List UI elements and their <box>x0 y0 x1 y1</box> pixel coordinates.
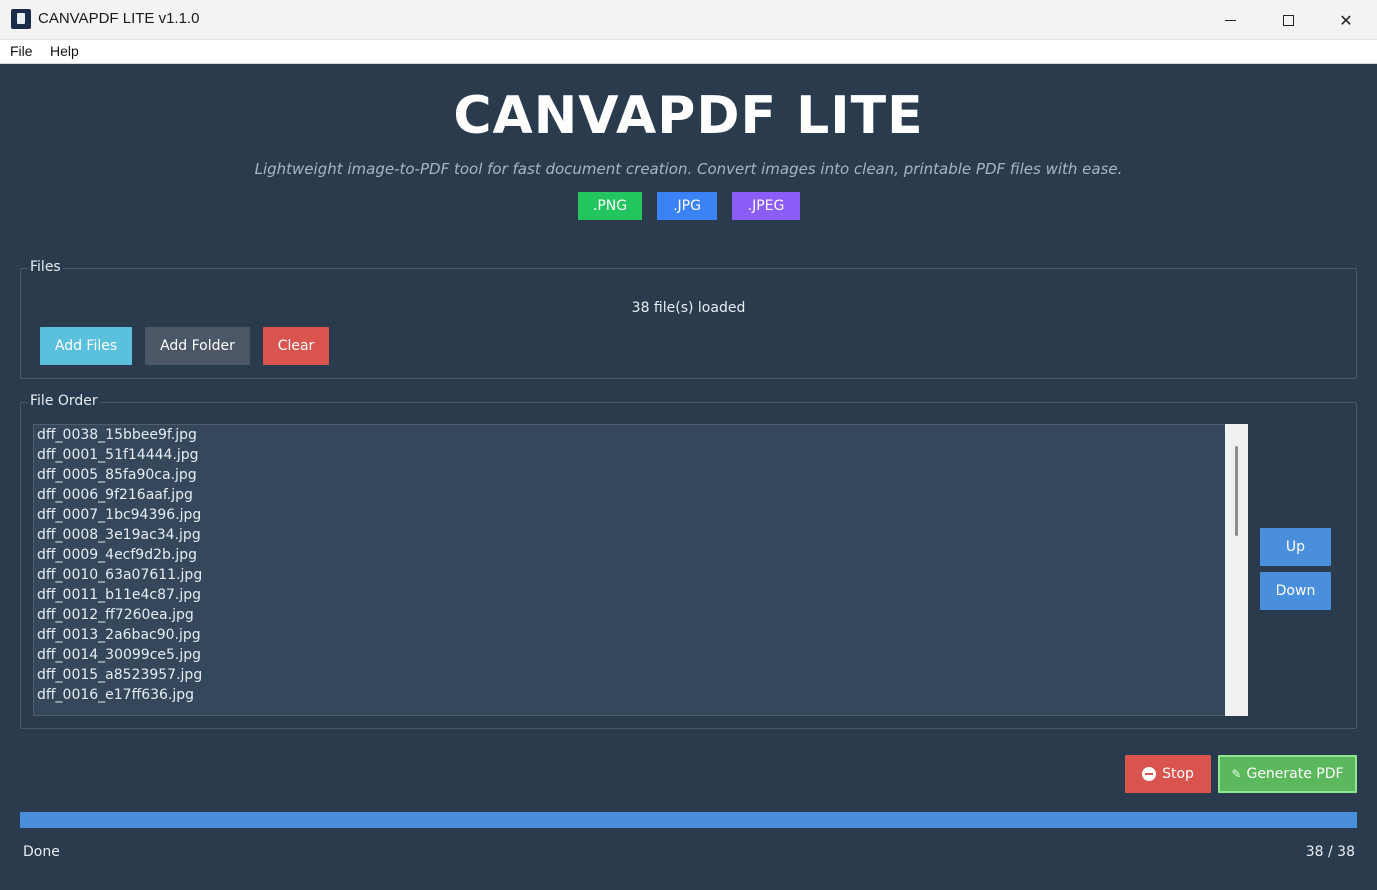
format-badge-label: .JPEG <box>747 198 785 214</box>
list-item[interactable]: dff_0015_a8523957.jpg <box>34 665 1247 685</box>
stop-icon <box>1142 767 1157 781</box>
list-item[interactable]: dff_0005_85fa90ca.jpg <box>34 465 1247 485</box>
list-item[interactable]: dff_0016_e17ff636.jpg <box>34 685 1247 705</box>
maximize-icon <box>1282 14 1294 26</box>
list-item[interactable]: dff_0006_9f216aaf.jpg <box>34 485 1247 505</box>
window-title: CANVAPDF LITE v1.1.0 <box>38 10 200 27</box>
files-loaded-status: 38 file(s) loaded <box>631 300 746 316</box>
progress-bar <box>20 812 1357 828</box>
title-bar: CANVAPDF LITE v1.1.0 ✕ <box>0 0 1377 40</box>
format-badge-jpg: .JPG <box>657 192 717 220</box>
list-item[interactable]: dff_0014_30099ce5.jpg <box>34 645 1247 665</box>
list-item[interactable]: dff_0012_ff7260ea.jpg <box>34 605 1247 625</box>
file-list-scrollbar[interactable] <box>1225 424 1248 716</box>
add-folder-button[interactable]: Add Folder <box>145 327 250 365</box>
menu-help[interactable]: Help <box>50 43 79 59</box>
file-order-list[interactable]: dff_0038_15bbee9f.jpg dff_0001_51f14444.j… <box>33 424 1248 716</box>
format-badge-png: .PNG <box>578 192 642 220</box>
maximize-button[interactable] <box>1259 0 1317 40</box>
pen-icon: ✎ <box>1231 767 1242 781</box>
clear-button[interactable]: Clear <box>263 327 329 365</box>
format-badge-label: .JPG <box>673 198 701 214</box>
generate-pdf-label: Generate PDF <box>1246 766 1344 782</box>
app-title: CANVAPDF LITE <box>453 86 924 146</box>
stop-button-label: Stop <box>1162 766 1194 782</box>
format-badge-jpeg: .JPEG <box>732 192 800 220</box>
list-item[interactable]: dff_0008_3e19ac34.jpg <box>34 525 1247 545</box>
status-text: Done <box>23 844 60 860</box>
list-item[interactable]: dff_0038_15bbee9f.jpg <box>34 425 1247 445</box>
list-item[interactable]: dff_0009_4ecf9d2b.jpg <box>34 545 1247 565</box>
stop-button[interactable]: Stop <box>1125 755 1211 793</box>
move-up-button[interactable]: Up <box>1260 528 1331 566</box>
files-group-label: Files <box>28 259 63 275</box>
progress-count: 38 / 38 <box>1305 844 1355 860</box>
scrollbar-thumb[interactable] <box>1235 446 1238 536</box>
list-item[interactable]: dff_0010_63a07611.jpg <box>34 565 1247 585</box>
list-item[interactable]: dff_0007_1bc94396.jpg <box>34 505 1247 525</box>
menu-bar: File Help <box>0 40 1377 64</box>
close-button[interactable]: ✕ <box>1317 0 1375 40</box>
list-item[interactable]: dff_0001_51f14444.jpg <box>34 445 1247 465</box>
close-icon: ✕ <box>1339 10 1353 30</box>
app-subtitle: Lightweight image-to-PDF tool for fast d… <box>254 160 1123 178</box>
progress-fill <box>20 812 1357 828</box>
generate-pdf-button[interactable]: ✎ Generate PDF <box>1218 755 1357 793</box>
file-order-group-label: File Order <box>28 393 100 409</box>
list-item[interactable]: dff_0011_b11e4c87.jpg <box>34 585 1247 605</box>
move-down-button[interactable]: Down <box>1260 572 1331 610</box>
format-badge-label: .PNG <box>592 198 628 214</box>
add-files-button[interactable]: Add Files <box>40 327 132 365</box>
list-item[interactable]: dff_0013_2a6bac90.jpg <box>34 625 1247 645</box>
minimize-button[interactable] <box>1201 0 1259 40</box>
app-icon <box>11 9 31 29</box>
minimize-icon <box>1224 19 1236 21</box>
menu-file[interactable]: File <box>10 43 33 59</box>
